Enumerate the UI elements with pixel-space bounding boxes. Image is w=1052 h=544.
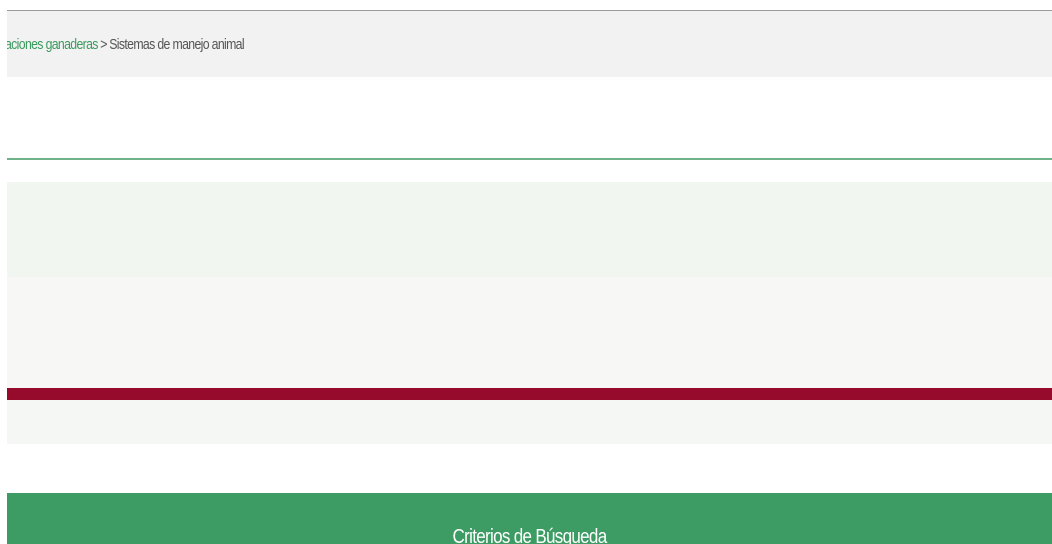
search-criteria-title[interactable]: Criterios de Búsqueda	[85, 526, 973, 544]
breadcrumb-trail: aciones ganaderas > Sistemas de manejo ani…	[7, 35, 245, 53]
search-criteria-panel: Criterios de Búsqueda	[7, 493, 1052, 544]
info-band-lower	[7, 400, 1052, 444]
page-title-area	[7, 77, 1052, 158]
breadcrumb-current-page: Sistemas de manejo animal	[109, 35, 244, 53]
info-band-green	[7, 182, 1052, 277]
accent-bar	[7, 388, 1052, 400]
breadcrumb-link-explotaciones-ganaderas[interactable]: aciones ganaderas	[7, 36, 98, 53]
title-underline	[7, 158, 1052, 160]
breadcrumb: aciones ganaderas > Sistemas de manejo ani…	[7, 11, 1052, 77]
breadcrumb-separator: >	[100, 35, 107, 53]
info-band-gray	[7, 277, 1052, 388]
page: aciones ganaderas > Sistemas de manejo ani…	[0, 0, 1052, 544]
